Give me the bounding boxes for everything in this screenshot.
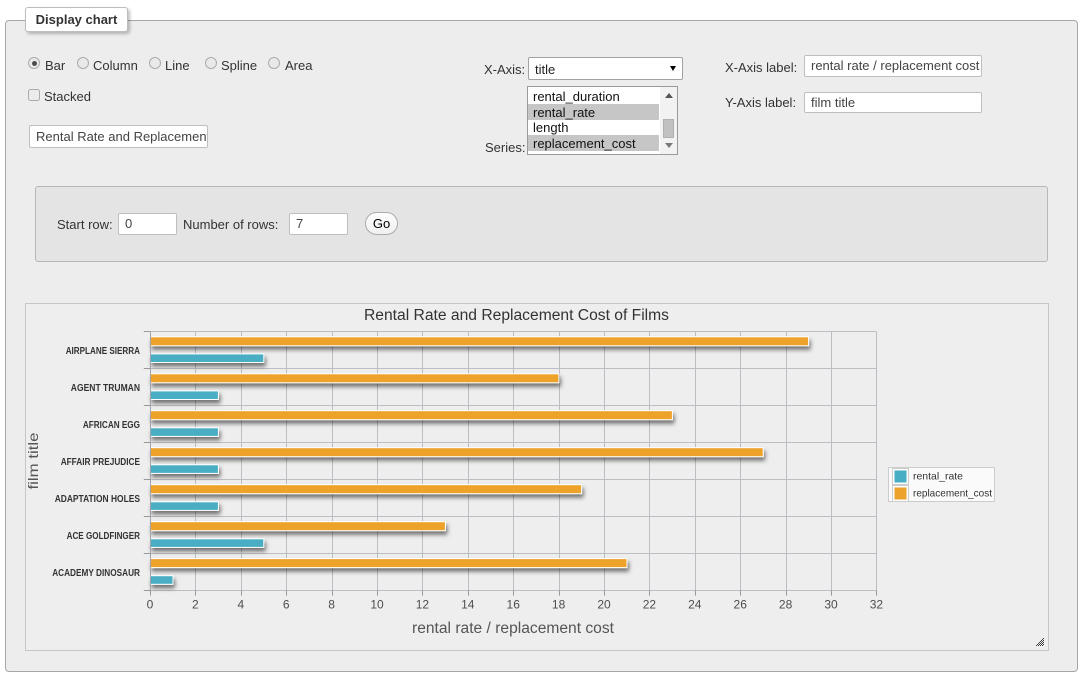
svg-text:4: 4 [237,598,244,612]
svg-text:ADAPTATION HOLES: ADAPTATION HOLES [55,494,141,505]
svg-text:film title: film title [26,432,41,489]
svg-text:32: 32 [870,598,884,612]
svg-text:rental_rate: rental_rate [913,471,963,483]
svg-text:14: 14 [461,598,475,612]
svg-text:30: 30 [824,598,838,612]
svg-text:10: 10 [370,598,384,612]
svg-text:22: 22 [643,598,657,612]
svg-text:2: 2 [192,598,199,612]
svg-text:26: 26 [734,598,748,612]
svg-text:ACADEMY DINOSAUR: ACADEMY DINOSAUR [52,568,140,579]
svg-text:8: 8 [328,598,335,612]
svg-text:6: 6 [283,598,290,612]
svg-text:18: 18 [552,598,566,612]
svg-text:0: 0 [147,598,154,612]
svg-text:28: 28 [779,598,793,612]
svg-text:rental rate / replacement cost: rental rate / replacement cost [412,620,615,637]
svg-text:Rental Rate and Replacement Co: Rental Rate and Replacement Cost of Film… [364,307,669,324]
svg-text:ACE GOLDFINGER: ACE GOLDFINGER [67,531,141,542]
svg-text:16: 16 [507,598,521,612]
svg-text:AIRPLANE SIERRA: AIRPLANE SIERRA [66,346,140,357]
svg-text:AGENT TRUMAN: AGENT TRUMAN [71,383,140,394]
svg-text:24: 24 [688,598,702,612]
svg-text:12: 12 [416,598,430,612]
svg-text:AFFAIR PREJUDICE: AFFAIR PREJUDICE [61,457,141,468]
svg-text:AFRICAN EGG: AFRICAN EGG [83,420,140,431]
svg-text:replacement_cost: replacement_cost [913,488,992,500]
svg-text:20: 20 [597,598,611,612]
